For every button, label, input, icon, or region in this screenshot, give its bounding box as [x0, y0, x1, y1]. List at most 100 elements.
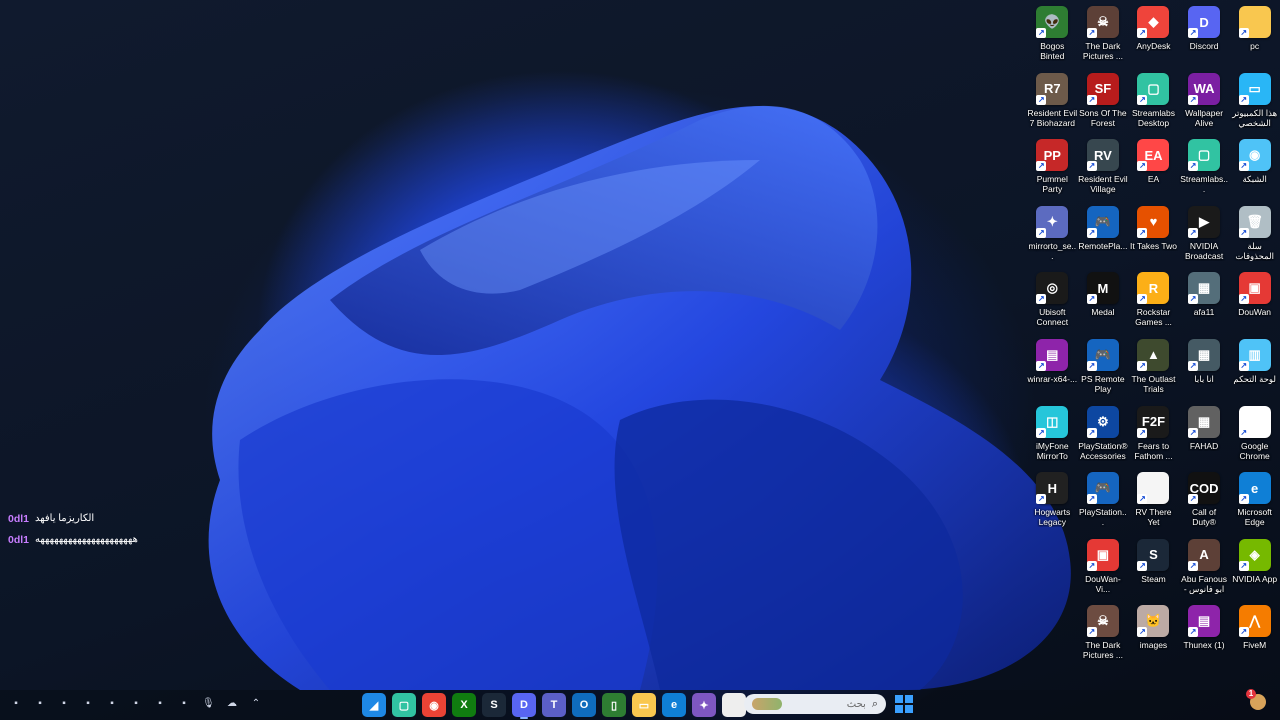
tray-app-icon[interactable]: ▪ — [10, 698, 22, 710]
desktop-icon[interactable]: RV ↗ Resident Evil Village — [1078, 135, 1129, 202]
folder-icon: ↗ — [1238, 6, 1271, 38]
desktop-icon[interactable]: WA ↗ Wallpaper Alive — [1179, 69, 1230, 136]
desktop-icon[interactable]: ▦ ↗ afa11 — [1179, 268, 1230, 335]
tray-app-icon[interactable]: ▪ — [130, 698, 142, 710]
steam-taskbar-icon[interactable]: S — [482, 693, 506, 717]
file-explorer-icon[interactable]: ▭ — [632, 693, 656, 717]
desktop-icon[interactable]: 🎮 ↗ PS Remote Play — [1078, 335, 1129, 402]
desktop-icon[interactable]: ☠ ↗ The Dark Pictures ... — [1078, 2, 1129, 69]
desktop-icon[interactable]: ▦ ↗ انا بابا — [1179, 335, 1230, 402]
desktop-icon[interactable]: ◈ ↗ NVIDIA App — [1229, 535, 1280, 602]
outlook-icon[interactable]: O — [572, 693, 596, 717]
desktop-icon[interactable]: ▤ ↗ winrar-x64-... — [1027, 335, 1078, 402]
desktop-icon-label: mirrorto_se... — [1028, 240, 1077, 261]
desktop-icon-label: The Dark Pictures ... — [1082, 41, 1123, 61]
tray-app-icon[interactable]: ▪ — [58, 698, 70, 710]
shortcut-arrow-icon: ↗ — [1086, 94, 1097, 105]
desktop-icon[interactable]: H ↗ Hogwarts Legacy — [1027, 468, 1078, 535]
vpn-icon[interactable]: ◢ — [362, 693, 386, 717]
desktop-icon[interactable]: 🎮 ↗ PlayStation... — [1078, 468, 1129, 535]
desktop-icon[interactable]: 🎮 ↗ RemotePla... — [1078, 202, 1129, 269]
streamlabs-icon: ▢ ↗ — [1137, 72, 1170, 105]
nvidia-broadcast-icon: ▶ ↗ — [1188, 205, 1221, 238]
desktop-icon[interactable]: D ↗ Discord — [1179, 2, 1230, 69]
tray-app-icon[interactable]: ▪ — [154, 698, 166, 710]
copilot-icon[interactable]: ✦ — [692, 693, 716, 717]
discord-taskbar-icon[interactable]: D — [512, 693, 536, 719]
desktop-icon[interactable]: ↗ pc — [1229, 2, 1280, 69]
desktop-icon[interactable]: SF ↗ Sons Of The Forest — [1078, 69, 1129, 136]
dark-pictures-icon: ☠ ↗ — [1086, 6, 1119, 38]
desktop-icon[interactable]: PP ↗ Pummel Party — [1027, 135, 1078, 202]
desktop-icon[interactable]: ◎ ↗ Ubisoft Connect — [1027, 268, 1078, 335]
search-box[interactable]: بحث ⌕ — [744, 694, 886, 714]
tray-app-icon[interactable]: ▪ — [106, 698, 118, 710]
video-file-3-icon: ▦ ↗ — [1188, 405, 1221, 438]
desktop-icon[interactable]: S ↗ Steam — [1128, 535, 1179, 602]
shortcut-arrow-icon: ↗ — [1188, 28, 1199, 38]
desktop-icon[interactable]: ▢ ↗ Streamlabs Desktop — [1128, 69, 1179, 136]
desktop-icon[interactable]: ☠ ↗ The Dark Pictures ... — [1078, 601, 1129, 668]
desktop-icon[interactable]: ▤ ↗ Thunex (1) — [1179, 601, 1230, 668]
desktop-icon[interactable]: ▣ ↗ DouWan-Vi... — [1078, 535, 1129, 602]
desktop-icon[interactable]: ▢ ↗ Streamlabs... — [1179, 135, 1230, 202]
desktop-icon[interactable]: ⋀ ↗ FiveM — [1229, 601, 1280, 668]
desktop-icon-label: Streamlabs... — [1180, 174, 1228, 195]
shortcut-arrow-icon: ↗ — [1137, 360, 1148, 371]
desktop-icon[interactable]: ▦ ↗ FAHAD — [1179, 402, 1230, 469]
imyfone-icon: ◫ ↗ — [1036, 405, 1069, 438]
desktop-icon-label: The Outlast Trials — [1131, 373, 1176, 394]
desktop-icon[interactable]: COD ↗ Call of Duty® — [1179, 468, 1230, 535]
ps-remote-icon: 🎮 ↗ — [1086, 338, 1119, 371]
anydesk-icon: ◆ ↗ — [1137, 6, 1170, 38]
tray-app-icon[interactable]: ▪ — [178, 698, 190, 710]
desktop-icon[interactable]: e ↗ Microsoft Edge — [1229, 468, 1280, 535]
desktop-icon[interactable]: ◆ ↗ AnyDesk — [1128, 2, 1179, 69]
video-file-2-icon: ▦ ↗ — [1188, 338, 1221, 371]
re7-icon: R7 ↗ — [1036, 72, 1069, 105]
tray-app-icon[interactable]: ▪ — [34, 698, 46, 710]
wallpaper-alive-icon: WA ↗ — [1188, 72, 1221, 105]
edge-taskbar-icon[interactable]: e — [662, 693, 686, 717]
notification-icon[interactable]: 1 — [1246, 689, 1266, 710]
tray-app-icon[interactable]: ▪ — [82, 698, 94, 710]
desktop-icon-label: FAHAD — [1189, 440, 1219, 451]
desktop-icon[interactable]: F2F ↗ Fears to Fathom ... — [1128, 402, 1179, 469]
desktop-icon[interactable]: ⚙ ↗ PlayStation® Accessories — [1078, 402, 1129, 469]
desktop-icon[interactable]: ↗ RV There Yet — [1128, 468, 1179, 535]
chevron-up-icon[interactable]: ⌃ — [250, 698, 262, 710]
shortcut-arrow-icon: ↗ — [1188, 227, 1199, 238]
desktop-icon[interactable]: ◫ ↗ iMyFone MirrorTo — [1027, 402, 1078, 469]
start-button[interactable] — [895, 695, 913, 713]
pummel-party-icon: PP ↗ — [1036, 139, 1069, 172]
notepad-icon[interactable] — [722, 693, 746, 717]
xbox-icon[interactable]: X — [452, 693, 476, 717]
video-file-icon: ▦ ↗ — [1188, 272, 1221, 305]
teams-icon[interactable]: T — [542, 693, 566, 717]
desktop-icon[interactable]: ▣ ↗ DouWan — [1229, 268, 1280, 335]
desktop-icon-label: Resident Evil Village — [1078, 174, 1128, 195]
desktop-icon[interactable]: ▲ ↗ The Outlast Trials — [1128, 335, 1179, 402]
desktop-icon[interactable]: R7 ↗ Resident Evil 7 Biohazard — [1027, 69, 1078, 136]
streamlabs-taskbar-icon[interactable]: ▢ — [392, 693, 416, 717]
chrome-taskbar-icon[interactable]: ◉ — [422, 693, 446, 717]
desktop-icon[interactable]: A ↗ Abu Fanous - ابو فانوس — [1179, 535, 1230, 602]
desktop-icon[interactable]: 🗑 ↗ سلة المحذوفات — [1229, 202, 1280, 269]
desktop-icon[interactable]: ✦ ↗ mirrorto_se... — [1027, 202, 1078, 269]
desktop-icon[interactable]: EA ↗ EA — [1128, 135, 1179, 202]
discord-icon: D ↗ — [1188, 6, 1221, 38]
mic-icon[interactable]: 🎙 — [202, 698, 215, 710]
cloud-icon[interactable]: ☁ — [226, 698, 238, 710]
desktop-icon[interactable]: R ↗ Rockstar Games ... — [1128, 268, 1179, 335]
desktop-icon[interactable]: M ↗ Medal — [1078, 268, 1129, 335]
desktop-icon[interactable]: ▭ ↗ هذا الكمبيوتر الشخصي — [1229, 69, 1280, 136]
shortcut-arrow-icon: ↗ — [1036, 161, 1047, 172]
desktop-icon[interactable]: 👽 ↗ Bogos Binted — [1027, 2, 1078, 69]
desktop-icon[interactable]: ♥ ↗ It Takes Two — [1128, 202, 1179, 269]
desktop-icon[interactable]: ▶ ↗ NVIDIA Broadcast — [1179, 202, 1230, 269]
desktop-icon[interactable]: ◉ ↗ Google Chrome — [1229, 402, 1280, 469]
desktop-icon[interactable]: ◉ ↗ الشبكة — [1229, 135, 1280, 202]
phone-link-icon[interactable]: ▯ — [602, 693, 626, 717]
desktop-icon[interactable]: 🐱 ↗ images — [1128, 601, 1179, 668]
desktop-icon[interactable]: ▥ ↗ لوحة التحكم — [1229, 335, 1280, 402]
